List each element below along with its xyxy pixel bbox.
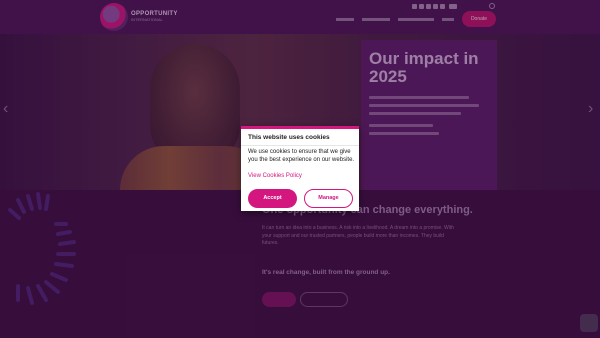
- cookie-dialog-divider: [241, 145, 359, 146]
- page: OPPORTUNITY INTERNATIONAL Donate Our imp…: [0, 0, 600, 338]
- cookie-dialog-title: This website uses cookies: [248, 134, 330, 141]
- cookie-dialog-message: We use cookies to ensure that we give yo…: [248, 149, 355, 163]
- cookies-policy-link[interactable]: View Cookies Policy: [248, 173, 302, 181]
- manage-cookies-button[interactable]: Manage: [304, 189, 353, 208]
- accept-cookies-button[interactable]: Accept: [248, 189, 297, 208]
- cookie-consent-dialog: This website uses cookies We use cookies…: [241, 126, 359, 211]
